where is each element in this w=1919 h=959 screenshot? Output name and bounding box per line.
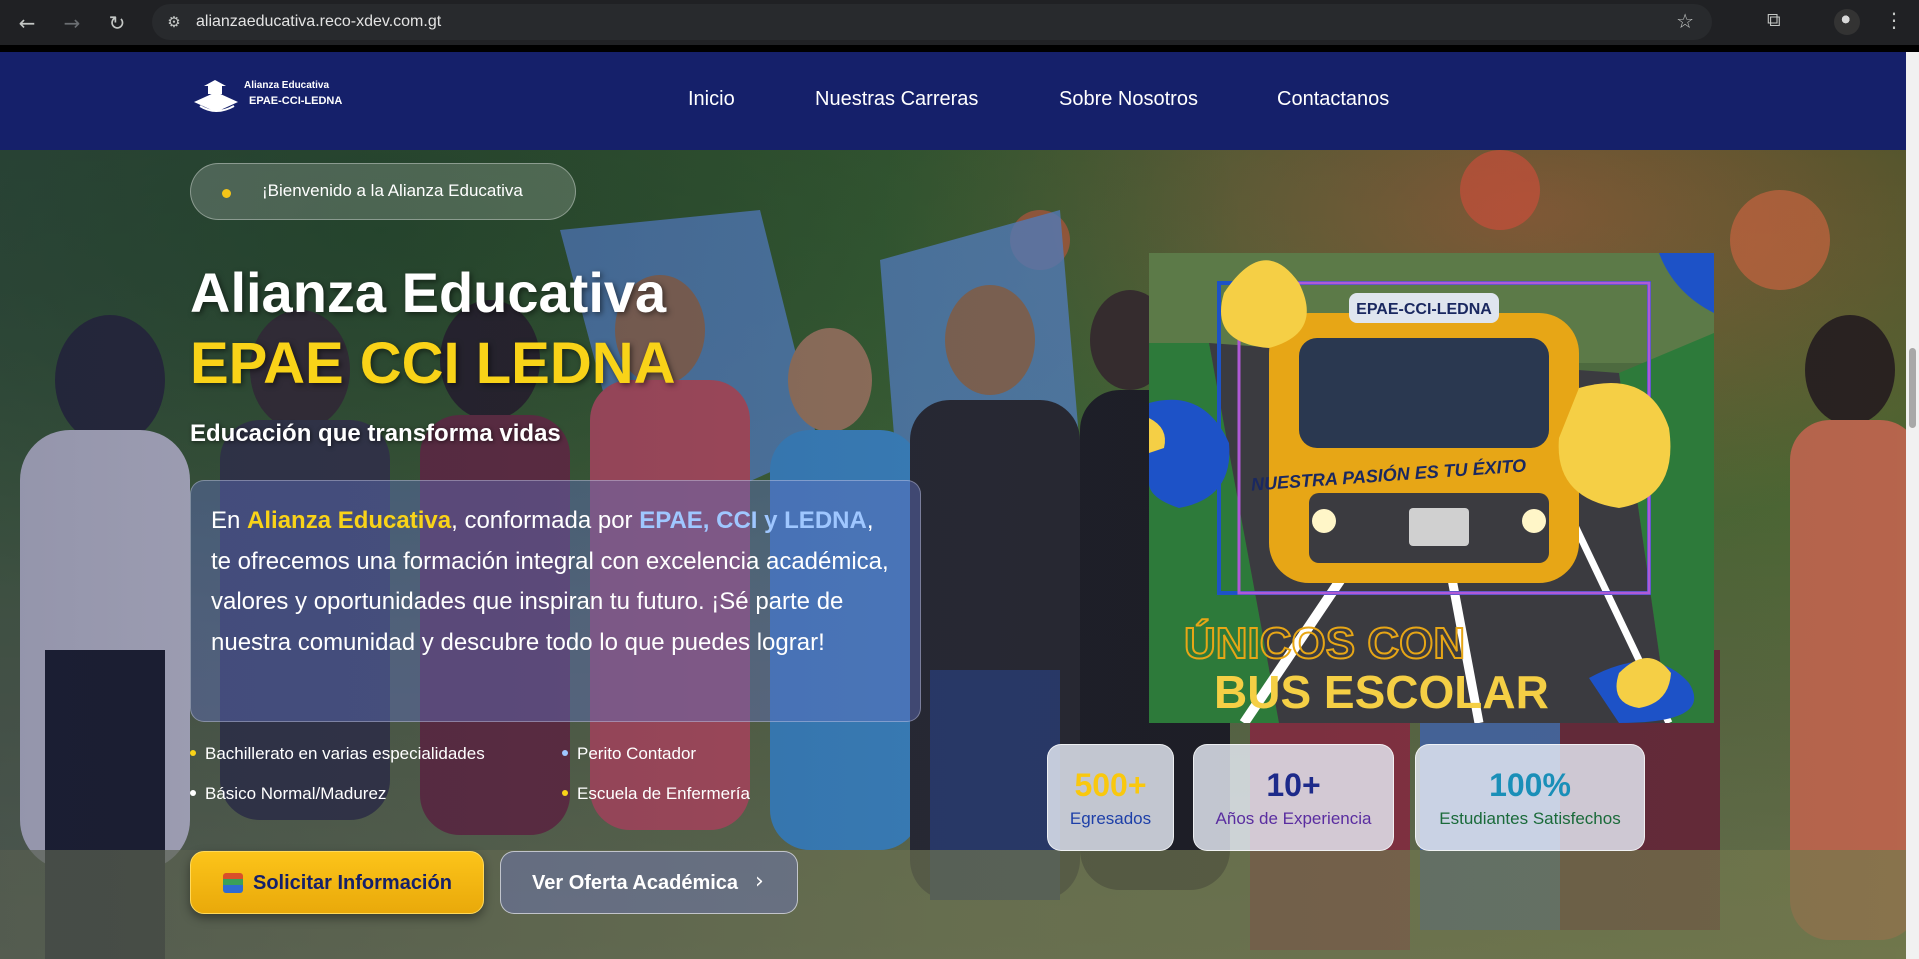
stat-card-satisfaction: 100% Estudiantes Satisfechos <box>1415 744 1645 851</box>
bullet-dot <box>190 789 196 796</box>
school-bus-promo: EPAE-CCI-LEDNA NUESTRA PASIÓN ES TU ÉXIT… <box>1149 253 1714 723</box>
hero-section: ¡Bienvenido a la Alianza Educativa Alian… <box>0 150 1906 959</box>
stat-card-graduates: 500+ Egresados <box>1047 744 1174 851</box>
intro-card: En Alianza Educativa, conformada por EPA… <box>190 480 921 722</box>
logo-top-text: Alianza Educativa <box>244 80 330 91</box>
intro-highlight-schools: EPAE, CCI y LEDNA <box>639 507 867 534</box>
nav-link-inicio[interactable]: Inicio <box>688 88 735 111</box>
hero-title-line2: EPAE CCI LEDNA <box>190 331 676 396</box>
more-menu-icon[interactable]: ⋮ <box>1884 8 1904 32</box>
program-label: Escuela de Enfermería <box>577 784 750 803</box>
bus-promo-line2: BUS ESCOLAR <box>1214 666 1549 718</box>
bus-illustration: EPAE-CCI-LEDNA NUESTRA PASIÓN ES TU ÉXIT… <box>1149 253 1714 723</box>
welcome-text: ¡Bienvenido a la Alianza Educativa <box>262 181 523 200</box>
intro-text: En Alianza Educativa, conformada por EPA… <box>211 501 900 663</box>
books-icon <box>223 873 243 893</box>
hero-title-line1: Alianza Educativa <box>190 261 667 324</box>
extensions-icon[interactable]: ⧉ <box>1767 9 1781 31</box>
stat-label: Años de Experiencia <box>1215 809 1372 828</box>
program-label: Básico Normal/Madurez <box>205 784 387 803</box>
stat-value: 500+ <box>1074 767 1147 803</box>
bus-promo-line1: ÚNICOS CON <box>1184 618 1465 668</box>
page-scrollbar[interactable] <box>1906 52 1919 959</box>
site-header: Alianza Educativa EPAE-CCI-LEDNA Inicio … <box>0 52 1906 150</box>
bullet-dot <box>190 749 196 756</box>
site-settings-icon[interactable]: ⚙ <box>162 10 186 34</box>
intro-highlight-alianza: Alianza Educativa <box>247 507 452 534</box>
stat-card-experience: 10+ Años de Experiencia <box>1193 744 1394 851</box>
intro-part1: En <box>211 507 248 534</box>
program-label: Perito Contador <box>577 744 697 763</box>
academic-offer-button[interactable]: Ver Oferta Académica › <box>500 851 798 914</box>
page-viewport: Alianza Educativa EPAE-CCI-LEDNA Inicio … <box>0 52 1906 959</box>
academic-offer-label: Ver Oferta Académica <box>532 872 739 894</box>
bookmark-star-icon[interactable]: ☆ <box>1676 9 1694 33</box>
url-text[interactable]: alianzaeducativa.reco-xdev.com.gt <box>196 13 441 31</box>
nav-link-nosotros[interactable]: Sobre Nosotros <box>1059 88 1198 111</box>
program-item: Básico Normal/Madurez <box>190 784 386 804</box>
forward-arrow-icon[interactable]: → <box>58 9 86 37</box>
bullet-dot <box>562 749 568 756</box>
logo-icon <box>194 80 238 112</box>
program-item: Perito Contador <box>562 744 696 764</box>
reload-icon[interactable]: ↻ <box>103 9 131 37</box>
request-info-button[interactable]: Solicitar Información <box>190 851 484 914</box>
logo-bottom-text: EPAE-CCI-LEDNA <box>249 95 343 107</box>
welcome-dot <box>222 189 231 198</box>
hero-tagline: Educación que transforma vidas <box>190 420 561 447</box>
nav-link-contacto[interactable]: Contactanos <box>1277 88 1389 111</box>
back-arrow-icon[interactable]: ← <box>13 9 41 37</box>
profile-avatar[interactable] <box>1834 9 1860 35</box>
chevron-right-icon: › <box>755 869 764 894</box>
program-item: Bachillerato en varias especialidades <box>190 744 485 764</box>
welcome-badge: ¡Bienvenido a la Alianza Educativa <box>190 163 576 220</box>
intro-part2: , conformada por <box>451 507 640 534</box>
stat-label: Egresados <box>1069 809 1152 828</box>
stat-label: Estudiantes Satisfechos <box>1439 809 1621 828</box>
address-bar[interactable]: ⚙ alianzaeducativa.reco-xdev.com.gt ☆ <box>152 4 1712 40</box>
stat-value: 100% <box>1489 767 1571 803</box>
stat-value: 10+ <box>1266 767 1321 803</box>
nav-link-carreras[interactable]: Nuestras Carreras <box>815 88 978 111</box>
bullet-dot <box>562 789 568 796</box>
site-logo[interactable]: Alianza Educativa EPAE-CCI-LEDNA <box>190 78 360 118</box>
program-item: Escuela de Enfermería <box>562 784 750 804</box>
bus-sign-text: EPAE-CCI-LEDNA <box>1356 301 1492 318</box>
browser-toolbar: ← → ↻ ⚙ alianzaeducativa.reco-xdev.com.g… <box>0 0 1919 45</box>
programs-list: Bachillerato en varias especialidades Pe… <box>190 744 790 824</box>
program-label: Bachillerato en varias especialidades <box>205 744 485 763</box>
scrollbar-thumb[interactable] <box>1909 348 1916 428</box>
request-info-label: Solicitar Información <box>253 872 452 894</box>
